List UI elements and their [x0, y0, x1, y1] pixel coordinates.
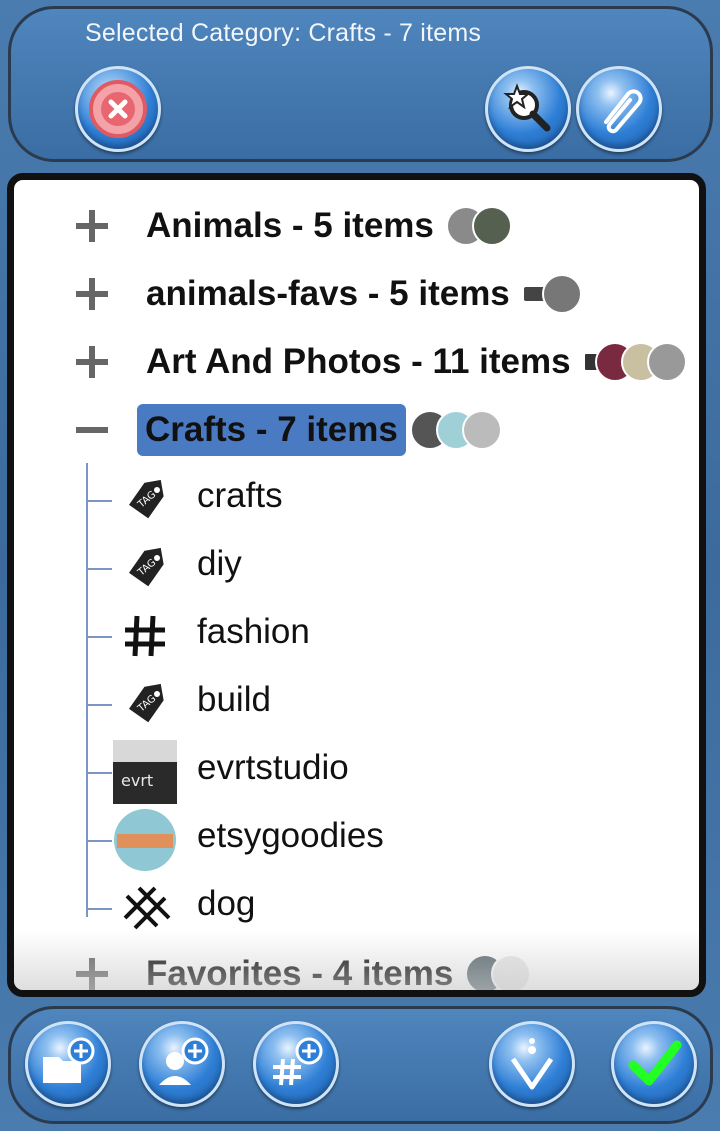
expand-plus-icon[interactable] [72, 274, 112, 314]
add-user-icon [159, 1037, 209, 1085]
tree-item-fashion[interactable]: fashion [14, 602, 699, 670]
item-label: crafts [197, 476, 283, 515]
add-folder-icon [43, 1037, 95, 1083]
item-label: evrtstudio [197, 748, 349, 787]
item-label: etsygoodies [197, 816, 384, 855]
user-thumbnail-icon: evrt [113, 740, 177, 804]
app-screen: Selected Category: Crafts - 7 items Anim… [0, 0, 720, 1131]
tree-item-etsygoodies[interactable]: etsygoodies [14, 806, 699, 874]
tree-item-crafts[interactable]: TAG crafts [14, 466, 699, 534]
add-hashtag-button[interactable] [253, 1021, 339, 1107]
attach-button[interactable] [576, 66, 662, 152]
tag-icon: TAG [126, 681, 166, 726]
category-label: Art And Photos - 11 items [146, 342, 571, 381]
add-user-button[interactable] [139, 1021, 225, 1107]
tree-category-art-and-photos[interactable]: Art And Photos - 11 items [14, 329, 699, 395]
user-thumbnail-icon [114, 809, 176, 871]
expand-plus-icon[interactable] [72, 206, 112, 246]
paperclip-icon [604, 89, 643, 134]
collapse-minus-icon[interactable] [72, 410, 112, 450]
tree-item-diy[interactable]: TAG diy [14, 534, 699, 602]
tree-category-animals[interactable]: Animals - 5 items [14, 193, 699, 259]
sort-icon [510, 1038, 554, 1090]
add-folder-button[interactable] [25, 1021, 111, 1107]
tag-icon: TAG [126, 477, 166, 522]
hashtag-icon [123, 886, 171, 930]
expand-plus-icon[interactable] [72, 954, 112, 994]
item-label: build [197, 680, 271, 719]
item-label: dog [197, 884, 256, 923]
close-button[interactable] [75, 66, 161, 152]
item-label: fashion [197, 612, 310, 651]
tree-item-dog[interactable]: dog [14, 874, 699, 942]
category-label: Animals - 5 items [146, 206, 434, 245]
expand-plus-icon[interactable] [72, 342, 112, 382]
bottom-toolbar [8, 1006, 713, 1124]
category-label: animals-favs - 5 items [146, 274, 510, 313]
tree-item-build[interactable]: TAG build [14, 670, 699, 738]
checkmark-icon [628, 1040, 682, 1086]
svg-text:evrt: evrt [121, 771, 153, 790]
category-tree: Animals - 5 items animals-favs - 5 items… [7, 173, 706, 997]
tree-category-crafts[interactable]: Crafts - 7 items [14, 397, 699, 463]
category-thumbnails [446, 201, 512, 251]
category-label: Crafts - 7 items [137, 404, 406, 456]
category-label: Favorites - 4 items [146, 954, 454, 993]
search-star-icon [503, 83, 551, 132]
tree-category-animals-favs[interactable]: animals-favs - 5 items [14, 261, 699, 327]
category-thumbnails [522, 269, 582, 319]
category-thumbnails [465, 949, 531, 990]
confirm-button[interactable] [611, 1021, 697, 1107]
add-hashtag-icon [273, 1037, 323, 1086]
category-thumbnails [410, 405, 502, 455]
hashtag-icon [125, 615, 165, 657]
close-icon [89, 80, 147, 138]
category-thumbnails [583, 337, 687, 387]
item-label: diy [197, 544, 242, 583]
search-button[interactable] [485, 66, 571, 152]
tree-category-favorites[interactable]: Favorites - 4 items [14, 941, 699, 994]
tree-item-evrtstudio[interactable]: evrt evrtstudio [14, 738, 699, 806]
selected-category-title: Selected Category: Crafts - 7 items [85, 19, 482, 47]
sort-button[interactable] [489, 1021, 575, 1107]
top-toolbar: Selected Category: Crafts - 7 items [8, 6, 713, 162]
tag-icon: TAG [126, 545, 166, 590]
